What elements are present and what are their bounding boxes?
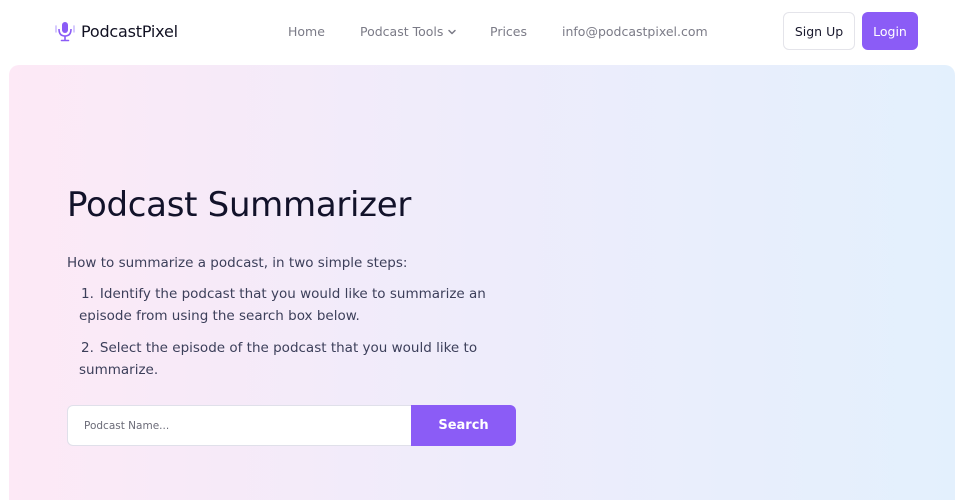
step-number: 1. — [81, 286, 94, 302]
step-text: Identify the podcast that you would like… — [79, 286, 486, 324]
nav-podcast-tools-label: Podcast Tools — [360, 24, 444, 39]
podcast-microphone-icon — [55, 22, 75, 42]
chevron-down-icon — [448, 29, 457, 34]
top-navbar: PodcastPixel Home Podcast Tools Prices i… — [0, 0, 955, 64]
page-title: Podcast Summarizer — [67, 185, 412, 225]
nav-email-link[interactable]: info@podcastpixel.com — [562, 24, 708, 39]
nav-home-link[interactable]: Home — [288, 24, 325, 39]
login-button[interactable]: Login — [862, 12, 918, 50]
step-item-2: 2. Select the episode of the podcast that… — [79, 337, 509, 381]
step-item-1: 1. Identify the podcast that you would li… — [79, 283, 509, 327]
sign-up-button[interactable]: Sign Up — [783, 12, 855, 50]
step-number: 2. — [81, 340, 94, 356]
brand-name: PodcastPixel — [81, 21, 178, 41]
step-text: Select the episode of the podcast that y… — [79, 340, 478, 378]
nav-prices-link[interactable]: Prices — [490, 24, 527, 39]
hero-section: Podcast Summarizer How to summarize a po… — [9, 65, 955, 500]
nav-podcast-tools-dropdown[interactable]: Podcast Tools — [360, 24, 457, 39]
podcast-search-input[interactable] — [67, 405, 411, 446]
search-button[interactable]: Search — [411, 405, 516, 446]
hero-intro-text: How to summarize a podcast, in two simpl… — [67, 255, 408, 271]
brand-logo[interactable]: PodcastPixel — [54, 19, 178, 43]
